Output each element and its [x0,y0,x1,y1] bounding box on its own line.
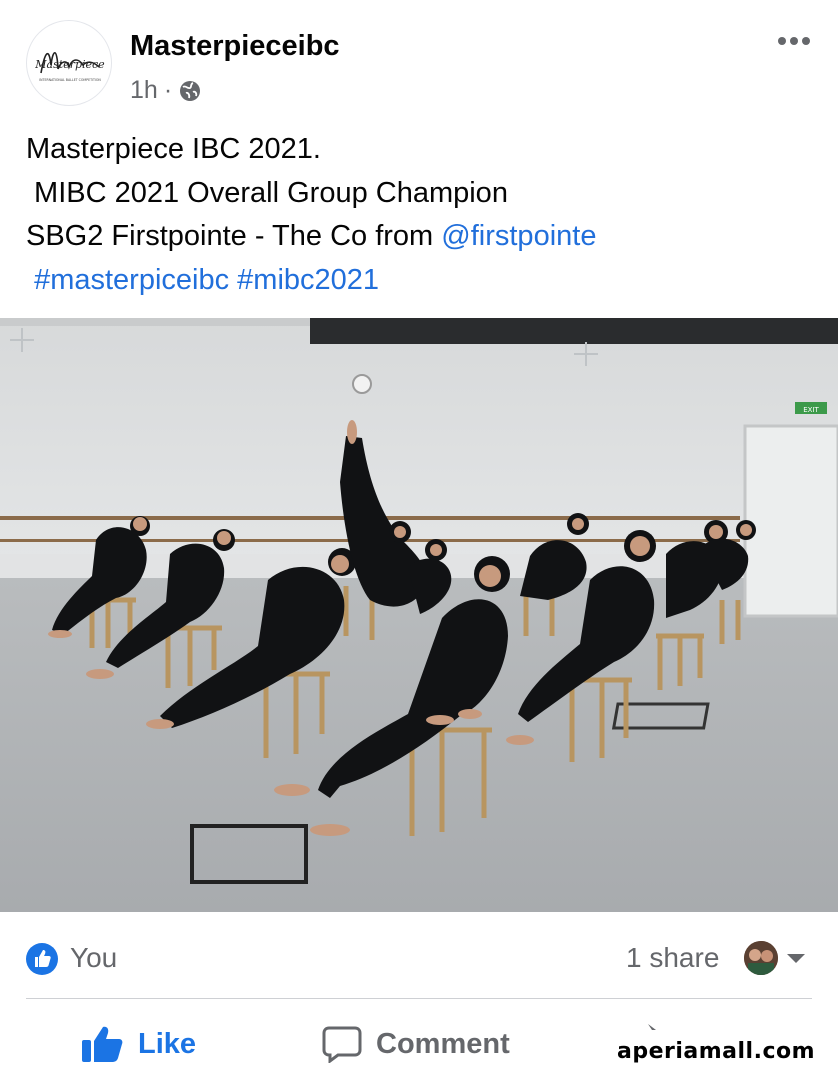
viewer-avatar[interactable] [744,941,778,975]
like-button[interactable]: Like [82,1020,196,1068]
hashtag-link-mibc2021[interactable]: #mibc2021 [237,264,379,296]
more-dots-icon [778,37,810,45]
comment-button-label: Comment [376,1027,510,1060]
actions-divider [26,998,812,999]
post-text-line-1: Masterpiece IBC 2021. [26,133,321,165]
globe-icon [180,80,201,101]
svg-text:EXIT: EXIT [803,406,819,414]
audience-dropdown[interactable] [786,952,806,970]
dance-studio-image: EXIT [0,318,838,912]
post-text-line-2: MIBC 2021 Overall Group Champion [26,176,508,209]
post-text-line-3: SBG2 Firstpointe - The Co from [26,220,442,252]
masterpiece-logo: Masterpiece INTERNATIONAL BALLET COMPETI… [34,51,105,82]
share-button-partial[interactable] [646,1022,662,1038]
like-thumb-icon [82,1026,123,1062]
like-reaction-badge[interactable] [26,943,58,975]
svg-text:INTERNATIONAL BALLET COMPETITI: INTERNATIONAL BALLET COMPETITION [39,78,101,82]
reactors-text[interactable]: You [70,942,117,974]
like-button-label: Like [138,1027,197,1060]
svg-text:Masterpiece: Masterpiece [34,58,105,71]
comment-bubble-icon [322,1026,362,1063]
hashtag-link-masterpiceibc[interactable]: #masterpiceibc [34,264,229,296]
watermark-text: aperiamall.com [617,1039,816,1064]
more-options-button[interactable] [772,24,816,58]
share-arrow-icon [648,1024,656,1030]
post-photo[interactable]: EXIT [0,318,838,912]
post-message: Masterpiece IBC 2021. MIBC 2021 Overall … [26,128,596,302]
page-name[interactable]: Masterpieceibc [130,30,340,63]
post-header: Masterpiece INTERNATIONAL BALLET COMPETI… [0,0,838,120]
caret-down-icon [787,954,805,963]
thumbs-up-icon [35,950,51,967]
comment-button[interactable]: Comment [322,1020,510,1068]
post-meta: 1h · [130,76,202,105]
post-timestamp[interactable]: 1h [130,76,158,105]
avatar-photo-icon [744,941,778,975]
share-count[interactable]: 1 share [626,942,719,974]
page-avatar[interactable]: Masterpiece INTERNATIONAL BALLET COMPETI… [26,20,112,106]
meta-separator: · [163,76,173,104]
mention-link[interactable]: @firstpointe [441,220,596,252]
